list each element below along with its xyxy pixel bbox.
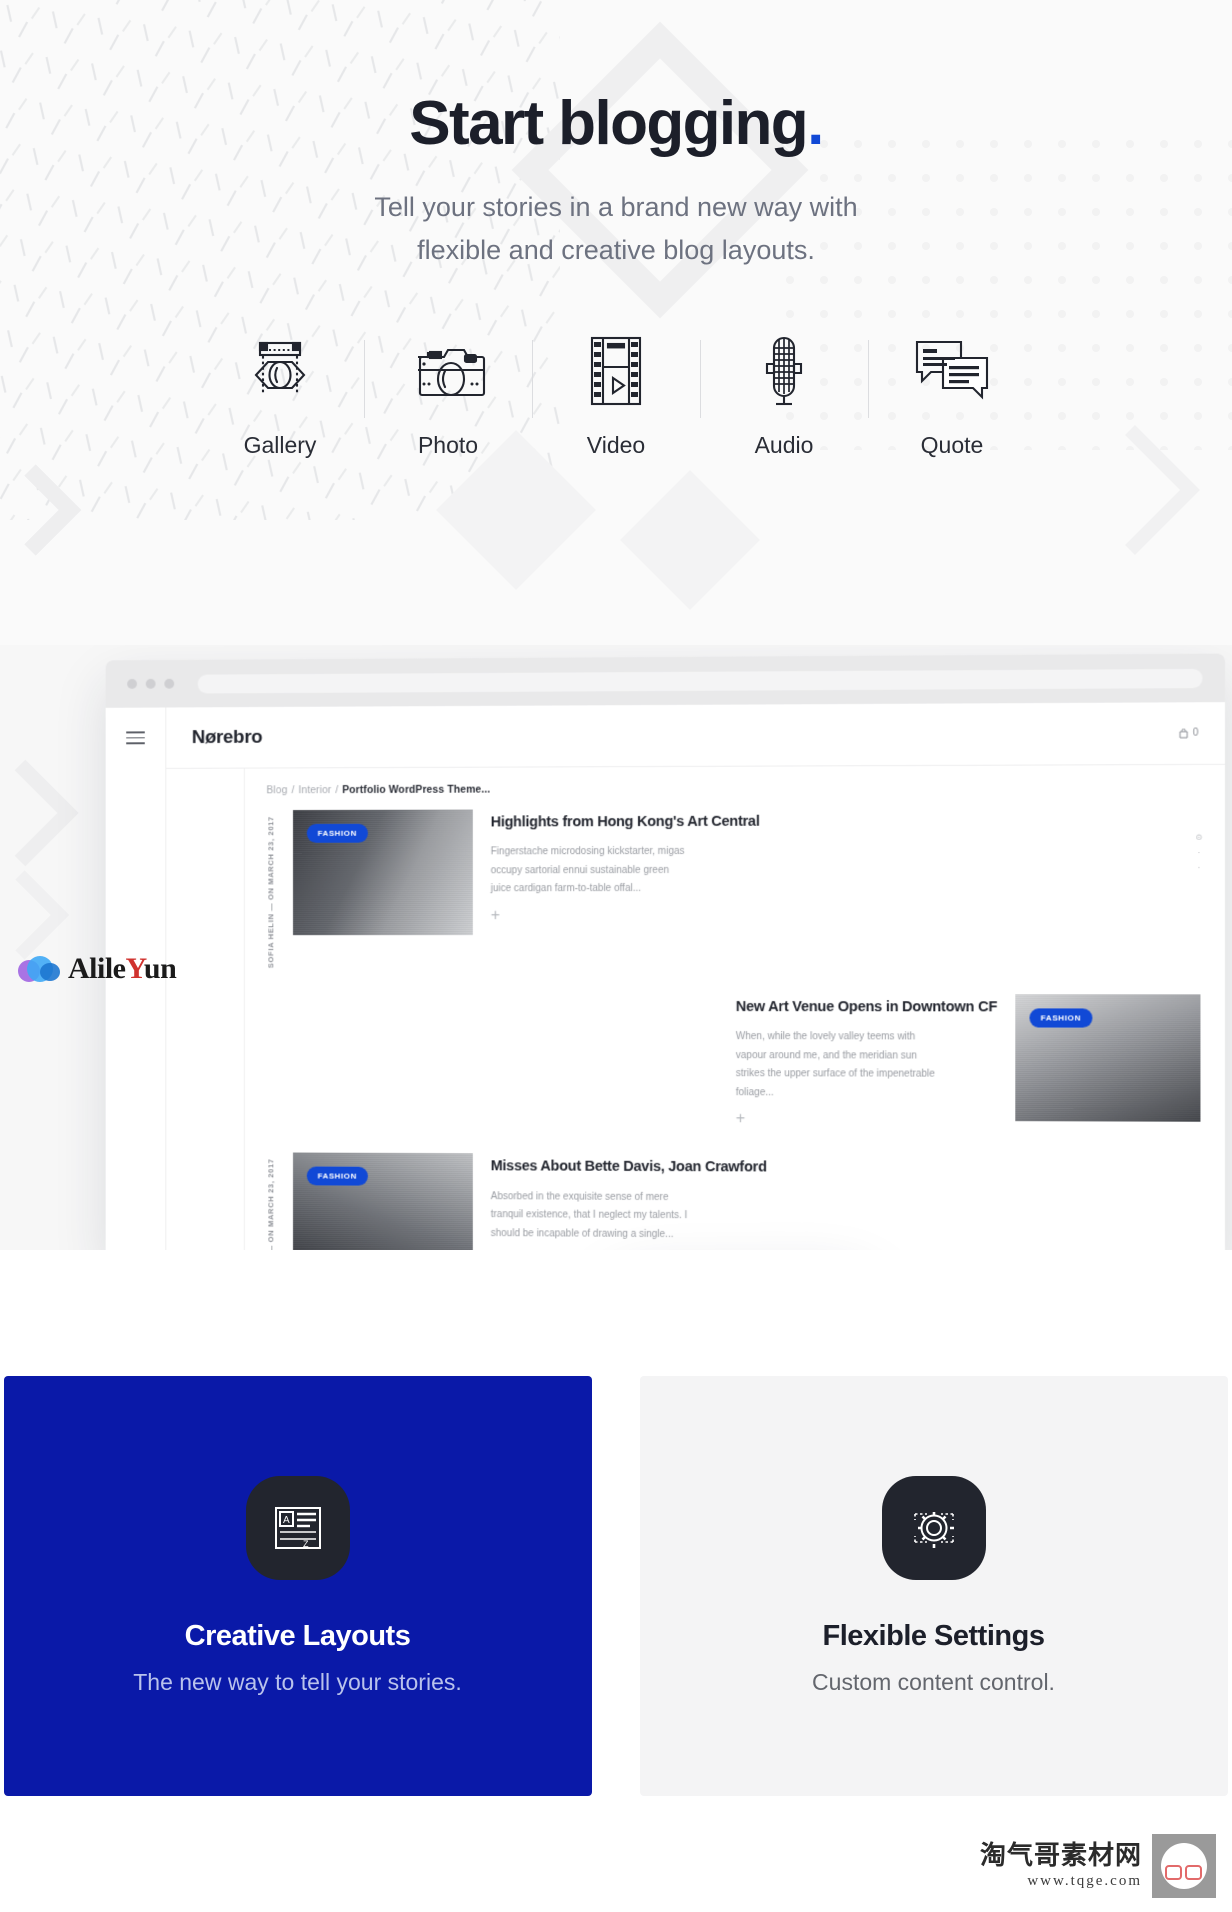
post-title[interactable]: New Art Venue Opens in Downtown CF — [736, 998, 997, 1018]
camera-icon — [364, 332, 532, 410]
cart-bag-icon — [1179, 728, 1188, 738]
browser-url-bar[interactable] — [197, 668, 1203, 693]
post-excerpt: Absorbed in the exquisite sense of mere … — [490, 1190, 688, 1240]
menu-hamburger-icon[interactable] — [126, 731, 145, 748]
post-title[interactable]: Misses About Bette Davis, Joan Crawford — [491, 1158, 767, 1178]
tqge-logo-icon — [1152, 1834, 1216, 1898]
browser-site-header: Nørebro 0 — [166, 702, 1225, 769]
format-label-photo: Photo — [417, 431, 479, 458]
category-badge[interactable]: FASHION — [306, 1166, 368, 1187]
format-label-audio: Audio — [754, 431, 814, 458]
film-play-icon — [532, 332, 700, 410]
format-item-video[interactable]: Video — [532, 332, 700, 459]
microphone-icon — [700, 332, 868, 410]
post-meta-vertical: SOFIA HELIN — ON MARCH 23, 2017 — [266, 816, 276, 969]
post-gallery-controls[interactable]: ⊙ · · — [1196, 830, 1203, 876]
gallery-eye-icon — [196, 332, 364, 410]
tqge-watermark-cn: 淘气哥素材网 — [979, 1840, 1142, 1870]
feature-card-title: Flexible Settings — [822, 1620, 1045, 1652]
post-format-list: Gallery Photo Video Audio Quote — [0, 332, 1232, 459]
window-controls[interactable] — [127, 678, 175, 689]
post-row[interactable]: FIA HELIN — ON MARCH 23, 2017 FASHION Mi… — [266, 1152, 1200, 1250]
format-item-gallery[interactable]: Gallery — [196, 332, 364, 459]
format-item-quote[interactable]: Quote — [868, 332, 1036, 459]
breadcrumb-item-2[interactable]: Interior — [298, 784, 331, 796]
format-item-audio[interactable]: Audio — [700, 332, 868, 459]
feature-card-title: Creative Layouts — [184, 1620, 411, 1652]
quote-bubbles-icon — [868, 332, 1036, 410]
post-thumbnail[interactable]: FASHION — [293, 1152, 473, 1250]
page-title-dot: . — [807, 89, 824, 158]
layout-blocks-icon: A Z — [245, 1476, 350, 1580]
hero-subtitle-line1: Tell your stories in a brand new way wit… — [374, 192, 858, 223]
feature-card-flexible-settings[interactable]: Flexible Settings Custom content control… — [639, 1376, 1228, 1796]
tqge-watermark: 淘气哥素材网 www.tqge.com — [980, 1834, 1216, 1898]
settings-gear-icon — [881, 1476, 986, 1580]
feature-card-subtitle: Custom content control. — [812, 1669, 1055, 1695]
hero-subtitle: Tell your stories in a brand new way wit… — [0, 186, 1232, 271]
read-more-plus[interactable]: + — [736, 1111, 997, 1130]
browser-titlebar — [105, 653, 1225, 708]
svg-text:A: A — [283, 1515, 290, 1526]
post-thumbnail[interactable]: FASHION — [293, 809, 473, 936]
browser-sidebar — [166, 768, 245, 1250]
category-badge[interactable]: FASHION — [1029, 1008, 1093, 1028]
post-title[interactable]: Highlights from Hong Kong's Art Central — [491, 813, 760, 833]
format-label-gallery: Gallery — [243, 431, 317, 458]
breadcrumb-item-1[interactable]: Blog — [266, 784, 287, 796]
hero-section: Start blogging. Tell your stories in a b… — [0, 0, 1232, 645]
showcase-section: /Journal Nørebro 0 — [0, 645, 1232, 1250]
read-more-plus[interactable]: + — [491, 907, 760, 925]
breadcrumb: Blog / Interior / Portfolio WordPress Theme.… — [266, 783, 491, 797]
alileyun-watermark-text: AlileYun — [68, 952, 177, 985]
feature-card-creative-layouts[interactable]: A Z Creative Layouts The new way to tell… — [3, 1376, 592, 1796]
post-excerpt: When, while the lovely valley teems with… — [735, 1031, 935, 1099]
post-feed: Blog / Interior / Portfolio WordPress Theme.… — [245, 765, 1225, 1250]
feature-card-subtitle: The new way to tell your stories. — [133, 1669, 462, 1695]
category-badge[interactable]: FASHION — [306, 823, 368, 843]
breadcrumb-item-3: Portfolio WordPress Theme... — [342, 783, 491, 797]
format-item-photo[interactable]: Photo — [364, 332, 532, 459]
browser-mockup: Nørebro 0 Blog / Interior / Portfolio WordPr… — [105, 653, 1225, 1250]
alileyun-watermark: AlileYun — [18, 952, 177, 986]
post-thumbnail[interactable]: FASHION — [1015, 994, 1201, 1122]
post-row[interactable]: FASHION New Art Venue Opens in Downtown … — [266, 994, 1201, 1130]
tqge-watermark-url: www.tqge.com — [1027, 1873, 1142, 1889]
cloud-logo-icon — [18, 956, 60, 982]
features-section: A Z Creative Layouts The new way to tell… — [0, 1250, 1232, 1912]
format-label-video: Video — [586, 431, 646, 458]
svg-text:Z: Z — [303, 1539, 309, 1549]
page-title-text: Start blogging — [409, 89, 808, 158]
cart-indicator[interactable]: 0 — [1179, 728, 1198, 739]
site-brand[interactable]: Nørebro — [192, 726, 262, 748]
post-row[interactable]: SOFIA HELIN — ON MARCH 23, 2017 FASHION … — [266, 807, 1203, 969]
page-title: Start blogging. — [0, 0, 1232, 158]
post-excerpt: Fingerstache microdosing kickstarter, mi… — [490, 846, 685, 895]
post-meta-vertical: FIA HELIN — ON MARCH 23, 2017 — [266, 1158, 276, 1250]
cart-count: 0 — [1192, 727, 1199, 739]
hero-subtitle-line2: flexible and creative blog layouts. — [417, 234, 815, 265]
format-label-quote: Quote — [920, 431, 984, 458]
